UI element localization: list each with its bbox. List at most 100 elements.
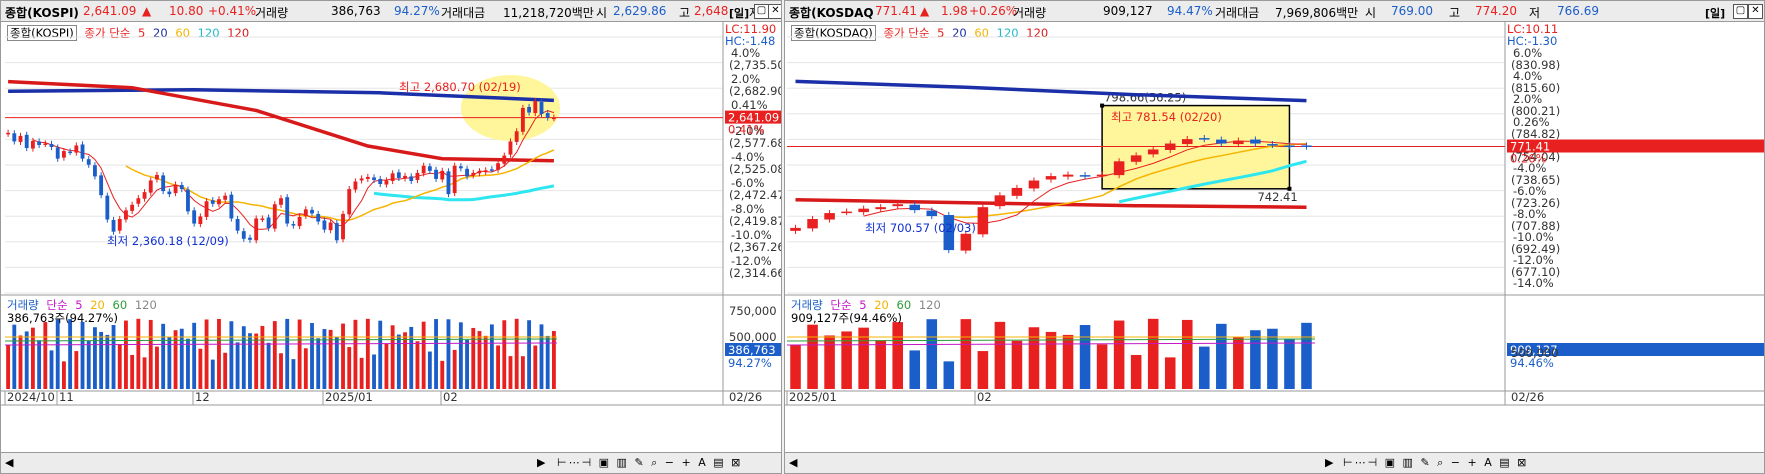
zoom-tools[interactable]: ⊢⋯⊣ ▣ ▥ ✎ ⌕ − + A ▤ ⊠	[557, 456, 742, 470]
volume-bar	[427, 351, 432, 389]
candle	[790, 227, 801, 231]
volume-bar	[496, 345, 501, 389]
volume-bar	[1147, 318, 1159, 389]
volume-bar	[527, 320, 532, 389]
candle	[1267, 144, 1278, 146]
volume-bar	[421, 321, 426, 389]
candle	[74, 145, 79, 153]
vol-legend-ma120: 120	[918, 298, 941, 312]
candle	[1028, 180, 1040, 189]
candle	[841, 211, 852, 214]
candle	[1062, 174, 1074, 177]
candle	[403, 175, 407, 179]
volume-bar	[161, 323, 166, 389]
candle	[49, 143, 54, 148]
vol-info: 909,127주(94.46%)	[791, 311, 902, 325]
zoom-tools[interactable]: ⊢⋯⊣ ▣ ▥ ✎ ⌕ − + A ▤ ⊠	[1343, 456, 1528, 470]
kospi-scrollbar[interactable]: ◀ ▶ ⊢⋯⊣ ▣ ▥ ✎ ⌕ − + A ▤ ⊠	[1, 452, 781, 473]
candle	[310, 209, 314, 214]
candle	[204, 201, 209, 217]
candle	[24, 134, 29, 149]
candle	[1096, 174, 1108, 177]
volume-bar	[155, 346, 159, 389]
volume-bar	[790, 344, 801, 389]
volume-bar	[545, 335, 550, 389]
volume-bar	[875, 340, 886, 389]
candle	[994, 195, 1006, 207]
volume-bar	[68, 319, 73, 389]
candle	[241, 231, 246, 239]
candle	[539, 101, 544, 115]
candle	[55, 147, 60, 159]
candle	[266, 217, 271, 229]
volume-bar	[1233, 336, 1244, 389]
vol-info: 386,763주(94.27%)	[7, 311, 118, 325]
candle	[483, 170, 488, 172]
candle	[365, 176, 370, 179]
candle	[167, 191, 172, 195]
candle	[807, 219, 818, 229]
candle	[527, 106, 532, 113]
candle	[111, 220, 116, 232]
kosdaq-panel: 종합(KOSDAQ 771.41 ▲ 1.98 +0.26% 거래량 909,1…	[784, 0, 1765, 474]
volume-bar	[310, 323, 314, 389]
volume-bar	[508, 356, 513, 389]
volume-bar	[960, 319, 972, 389]
scroll-left-icon[interactable]: ◀	[5, 456, 13, 469]
candle	[1011, 187, 1023, 196]
annotation-low: 최저 2,360.18 (12/09)	[107, 234, 229, 248]
candle	[1250, 139, 1261, 144]
candle	[390, 173, 395, 181]
candle	[192, 210, 197, 224]
volume-bar	[210, 359, 215, 389]
scroll-left-icon[interactable]: ◀	[789, 456, 797, 469]
candle	[1216, 139, 1227, 144]
candle	[316, 213, 321, 222]
candle	[186, 189, 190, 212]
hc-label: HC:-1.30	[1507, 34, 1557, 48]
volume-bar	[465, 339, 469, 389]
axis-value-label: (677.10)	[1511, 265, 1560, 279]
volume-bar	[458, 322, 463, 389]
volume-bar	[297, 319, 302, 389]
vol-tag: 386,763	[728, 343, 776, 357]
volume-bar	[341, 323, 345, 389]
volume-bar	[390, 325, 395, 389]
date-label: 2025/01	[789, 390, 837, 404]
date-label: 12	[195, 390, 210, 404]
candle	[1079, 175, 1091, 177]
scroll-right-icon[interactable]: ▶	[537, 456, 545, 469]
date-label: 2024/10	[7, 390, 55, 404]
volume-bar	[1181, 319, 1193, 389]
axis-value-label: (692.49)	[1511, 242, 1560, 256]
candle	[545, 113, 550, 118]
candle	[446, 171, 451, 195]
volume-bar	[248, 333, 252, 389]
volume-bar	[18, 335, 23, 389]
candle	[136, 198, 141, 204]
volume-bar	[223, 352, 228, 389]
volume-bar	[1130, 354, 1142, 389]
candle	[1130, 155, 1142, 162]
axis-value-label: (738.65)	[1511, 173, 1560, 187]
candle	[372, 177, 376, 180]
axis-value-label: (2,525.08)	[729, 162, 782, 176]
volume-bar	[260, 325, 265, 389]
volume-bar	[347, 347, 352, 389]
kosdaq-scrollbar[interactable]: ◀ ▶ ⊢⋯⊣ ▣ ▥ ✎ ⌕ − + A ▤ ⊠	[785, 452, 1764, 473]
volume-bar	[1113, 320, 1125, 389]
candle	[279, 198, 283, 205]
scroll-right-icon[interactable]: ▶	[1325, 456, 1333, 469]
volume-bar	[841, 331, 852, 389]
volume-bar	[266, 342, 271, 389]
candle	[977, 207, 989, 235]
volume-bar	[483, 335, 488, 389]
candle	[37, 141, 42, 145]
vol-axis-label: 500,000	[1511, 346, 1559, 360]
volume-bar	[217, 318, 221, 389]
candle	[254, 218, 259, 241]
axis-value-label: (2,577.68)	[729, 136, 782, 150]
candle	[229, 194, 234, 219]
pct-tag: 0.26%	[1510, 152, 1547, 166]
date-label: 2025/01	[325, 390, 373, 404]
